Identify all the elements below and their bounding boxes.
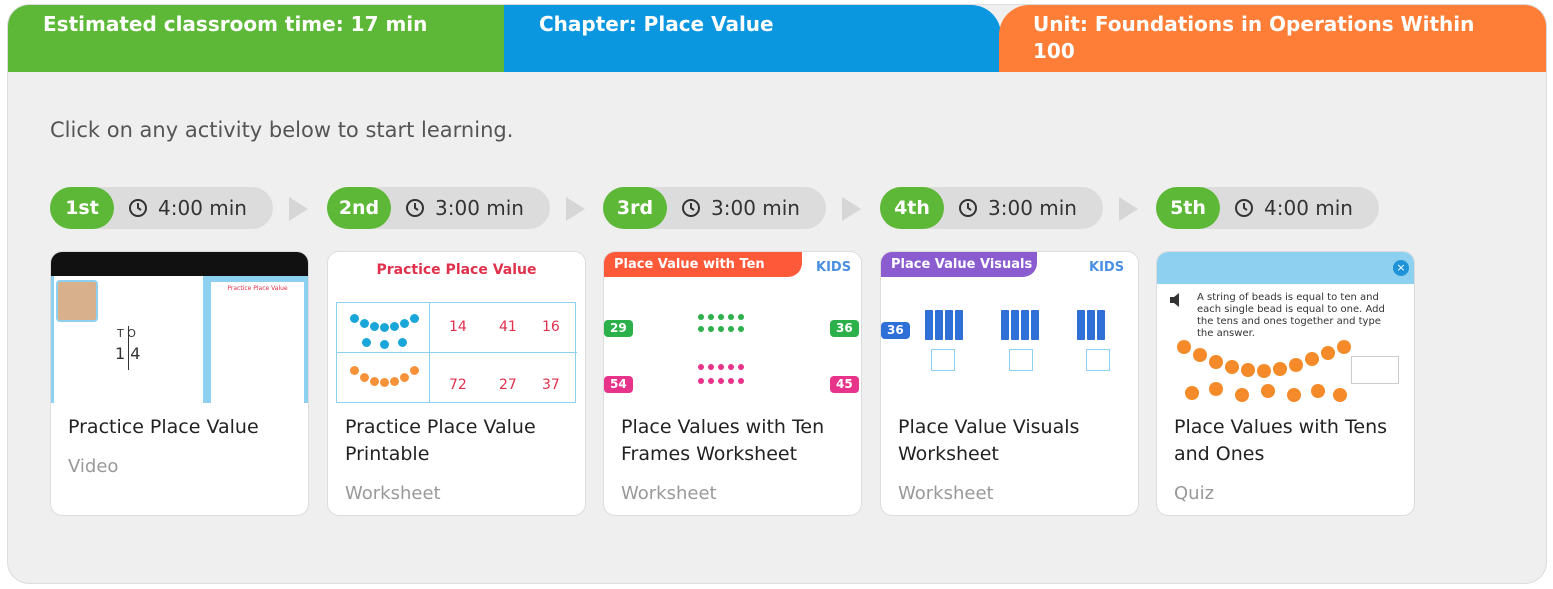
choice: 14	[449, 319, 467, 335]
step-duration: 3:00 min	[988, 196, 1077, 220]
close-icon: ×	[1393, 260, 1409, 276]
kids-logo: KIDS	[1089, 260, 1125, 275]
quiz-prompt: A string of beads is equal to ten and ea…	[1197, 292, 1385, 339]
number-tag: 29	[604, 320, 633, 337]
activity-panel: Estimated classroom time: 17 min Chapter…	[7, 4, 1547, 584]
step-arrow-icon	[842, 197, 861, 221]
lesson-banner: Estimated classroom time: 17 min Chapter…	[8, 5, 1546, 72]
number-tag: 36	[881, 322, 910, 339]
card-type: Video	[68, 456, 119, 477]
choice: 16	[542, 319, 560, 335]
step-duration: 4:00 min	[158, 196, 247, 220]
clock-icon	[959, 199, 977, 217]
unit-label[interactable]: Unit: Foundations in Operations Within 1…	[999, 5, 1546, 72]
card-title[interactable]: Place Values with Tens and Ones	[1174, 414, 1402, 468]
checkbox[interactable]	[931, 349, 955, 371]
answer-input[interactable]	[1351, 356, 1399, 384]
clock-icon	[1235, 199, 1253, 217]
quiz-header	[1157, 252, 1414, 284]
tens-cube-icon	[925, 310, 933, 340]
classroom-time-label: Estimated classroom time: 17 min	[8, 5, 505, 72]
card-title[interactable]: Practice Place Value	[68, 414, 296, 441]
clock-icon	[682, 199, 700, 217]
thumb-heading: Practice Place Value	[376, 262, 537, 278]
card-type: Worksheet	[621, 483, 717, 504]
activity-card-worksheet[interactable]: Place Value with Ten Frames KIDS 29 36 5…	[603, 251, 862, 516]
instruction-text: Click on any activity below to start lea…	[50, 118, 514, 142]
step-4: 4th 3:00 min	[880, 187, 1103, 229]
answer-grid: 14 41 16 72 27 37	[336, 302, 577, 403]
activity-card-worksheet[interactable]: Practice Place Value 14 41 16 72 27 37 P…	[327, 251, 586, 516]
step-duration: 4:00 min	[1264, 196, 1353, 220]
presenter-avatar	[56, 280, 98, 322]
choice: 37	[542, 377, 560, 393]
step-arrow-icon	[566, 197, 585, 221]
activity-card-worksheet[interactable]: Place Value Visuals KIDS 36 Place Value …	[880, 251, 1139, 516]
step-arrow-icon	[289, 197, 308, 221]
choice: 27	[499, 377, 517, 393]
video-thumbnail[interactable]: Practice Place Value T O 1 4	[51, 252, 308, 403]
step-duration: 3:00 min	[711, 196, 800, 220]
step-1: 1st 4:00 min	[50, 187, 273, 229]
ten-frame-dot	[698, 314, 704, 320]
card-type: Quiz	[1174, 483, 1215, 504]
bead-icon	[350, 314, 359, 323]
checkbox[interactable]	[1086, 349, 1110, 371]
sheet-title: Practice Place Value	[227, 285, 288, 292]
checkbox[interactable]	[1009, 349, 1033, 371]
thumb-heading: Place Value with Ten Frames	[604, 252, 802, 297]
step-ordinal: 5th	[1156, 187, 1220, 229]
number-tag: 54	[604, 376, 633, 393]
speaker-icon	[1170, 293, 1179, 307]
activity-card-video[interactable]: Practice Place Value T O 1 4 Practice Pl…	[50, 251, 309, 516]
card-type: Worksheet	[898, 483, 994, 504]
quiz-thumbnail[interactable]: × A string of beads is equal to ten and …	[1157, 252, 1414, 403]
number-tag: 36	[830, 320, 859, 337]
activity-card-quiz[interactable]: × A string of beads is equal to ten and …	[1156, 251, 1415, 516]
place-number: 1 4	[115, 344, 141, 363]
tens-ones-label: T O	[117, 327, 136, 340]
step-duration: 3:00 min	[435, 196, 524, 220]
card-type: Worksheet	[345, 483, 441, 504]
worksheet-thumbnail[interactable]: Place Value with Ten Frames KIDS 29 36 5…	[604, 252, 861, 403]
step-ordinal: 4th	[880, 187, 944, 229]
kids-logo: KIDS	[816, 260, 852, 275]
worksheet-thumbnail[interactable]: Place Value Visuals KIDS 36	[881, 252, 1138, 403]
step-ordinal: 1st	[50, 187, 114, 229]
card-title[interactable]: Place Value Visuals Worksheet	[898, 414, 1126, 468]
chapter-label[interactable]: Chapter: Place Value	[504, 5, 1001, 72]
choice: 72	[449, 377, 467, 393]
video-bar	[51, 252, 308, 276]
step-3: 3rd 3:00 min	[603, 187, 826, 229]
step-arrow-icon	[1119, 197, 1138, 221]
card-title[interactable]: Practice Place Value Printable	[345, 414, 573, 468]
clock-icon	[129, 199, 147, 217]
step-5: 5th 4:00 min	[1156, 187, 1379, 229]
step-2: 2nd 3:00 min	[327, 187, 550, 229]
worksheet-thumbnail[interactable]: Practice Place Value 14 41 16 72 27 37	[328, 252, 585, 403]
step-ordinal: 2nd	[327, 187, 391, 229]
step-ordinal: 3rd	[603, 187, 667, 229]
choice: 41	[499, 319, 517, 335]
thumb-heading: Place Value Visuals	[881, 252, 1037, 277]
clock-icon	[406, 199, 424, 217]
worksheet-preview: Practice Place Value	[211, 282, 304, 403]
number-tag: 45	[830, 376, 859, 393]
bead-icon	[1177, 340, 1191, 354]
card-title[interactable]: Place Values with Ten Frames Worksheet	[621, 414, 849, 468]
